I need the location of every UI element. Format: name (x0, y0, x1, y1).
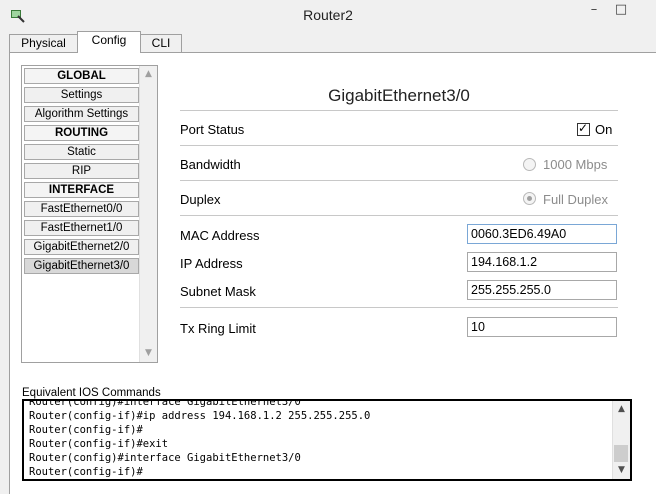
console-line: Router(config-if)#ip address 194.168.1.2… (29, 410, 371, 422)
window-title: Router2 (303, 7, 353, 23)
nav-header-global: GLOBAL (24, 68, 139, 84)
console-line: Router(config-if)# (29, 424, 143, 436)
nav-item-algorithm-settings[interactable]: Algorithm Settings (24, 106, 139, 122)
ip-address-field[interactable]: 194.168.1.2 (467, 252, 617, 272)
mac-address-label: MAC Address (180, 228, 260, 243)
port-status-checkbox[interactable] (577, 121, 590, 136)
nav-item-settings[interactable]: Settings (24, 87, 139, 103)
duplex-label: Duplex (180, 192, 221, 207)
divider (180, 307, 618, 308)
bandwidth-radio[interactable] (523, 158, 536, 171)
nav-item-fastethernet0-0[interactable]: FastEthernet0/0 (24, 201, 139, 217)
ip-address-label: IP Address (180, 256, 243, 271)
tab-config[interactable]: Config (77, 31, 141, 53)
config-panel: GLOBAL Settings Algorithm Settings ROUTI… (9, 52, 656, 494)
tab-cli[interactable]: CLI (140, 34, 182, 53)
mac-address-field[interactable]: 0060.3ED6.49A0 (467, 224, 617, 244)
config-nav-list: GLOBAL Settings Algorithm Settings ROUTI… (21, 65, 158, 363)
scroll-down-icon[interactable]: ▼ (613, 462, 630, 479)
console-line: Router(config-if)#exit (29, 438, 169, 450)
nav-item-gigabitethernet2-0[interactable]: GigabitEthernet2/0 (24, 239, 139, 255)
nav-item-gigabitethernet3-0[interactable]: GigabitEthernet3/0 (24, 258, 139, 274)
nav-item-static[interactable]: Static (24, 144, 139, 160)
tab-physical[interactable]: Physical (9, 34, 78, 53)
console-scrollbar[interactable]: ▲ ▼ (612, 401, 630, 479)
maximize-button[interactable]: □ (608, 0, 634, 21)
bandwidth-option-label: 1000 Mbps (543, 157, 608, 172)
nav-item-fastethernet1-0[interactable]: FastEthernet1/0 (24, 220, 139, 236)
nav-item-rip[interactable]: RIP (24, 163, 139, 179)
port-status-label: Port Status (180, 122, 245, 137)
console-line: Router(config)#interface GigabitEthernet… (29, 452, 301, 464)
divider (180, 180, 618, 181)
minimize-button[interactable]: – (580, 0, 608, 21)
nav-scrollbar[interactable]: ▲ ▼ (139, 66, 157, 362)
interface-title: GigabitEthernet3/0 (328, 86, 470, 105)
tx-ring-limit-field[interactable]: 10 (467, 317, 617, 337)
duplex-radio[interactable] (523, 192, 536, 205)
ios-commands-console[interactable]: Router(config)#interface GigabitEthernet… (22, 399, 632, 481)
console-line: Router(config-if)# (29, 466, 143, 478)
scroll-up-icon[interactable]: ▲ (613, 401, 630, 418)
duplex-option-label: Full Duplex (543, 192, 609, 207)
console-line: Router(config)#interface GigabitEthernet… (29, 399, 301, 408)
subnet-mask-label: Subnet Mask (180, 284, 256, 299)
nav-header-routing: ROUTING (24, 125, 139, 141)
divider (180, 215, 618, 216)
divider (180, 145, 618, 146)
scroll-thumb[interactable] (614, 445, 628, 462)
divider (180, 110, 618, 111)
scroll-down-icon[interactable]: ▼ (140, 345, 157, 362)
port-status-on-label: On (595, 122, 613, 137)
nav-header-interface: INTERFACE (24, 182, 139, 198)
subnet-mask-field[interactable]: 255.255.255.0 (467, 280, 617, 300)
ios-commands-label: Equivalent IOS Commands (22, 387, 161, 399)
title-bar: Router2 – □ (0, 0, 656, 31)
bandwidth-label: Bandwidth (180, 157, 241, 172)
scroll-up-icon[interactable]: ▲ (140, 66, 157, 83)
tx-ring-limit-label: Tx Ring Limit (180, 321, 256, 336)
